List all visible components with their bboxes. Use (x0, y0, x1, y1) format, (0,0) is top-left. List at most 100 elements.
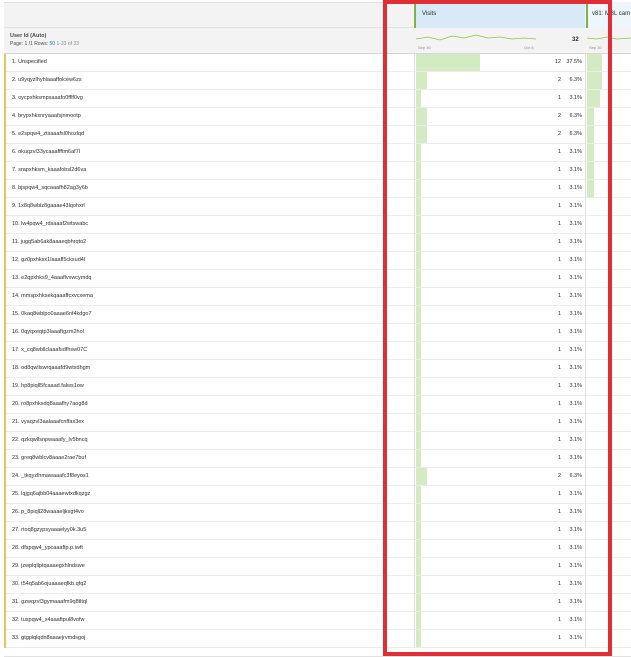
table-row[interactable]: 30. t54q5ab6ojuaaaeqfkb.qfq2 1 3.1% (4, 576, 631, 594)
table-row[interactable]: 7. srapxhksm_kaaafobsl2d6va 1 3.1% (4, 162, 631, 180)
row-v81-cell[interactable] (585, 612, 631, 630)
row-dimension-cell[interactable]: 13. e2qpxhks9_4aaaflvxwcymdq (4, 270, 413, 288)
row-dimension-cell[interactable]: 25. lqjgq6ajbb04aaaewtxdkqzgz (4, 486, 413, 504)
table-row[interactable]: 11. jugq5ab6ak8aaaeqbhrqto2 1 3.1% (4, 234, 631, 252)
table-row[interactable]: 13. e2qpxhks9_4aaaflvxwcymdq 1 3.1% (4, 270, 631, 288)
row-v81-cell[interactable] (585, 306, 631, 324)
row-visits-cell[interactable]: 1 3.1% (414, 396, 585, 414)
row-dimension-cell[interactable]: 32. tuspqw4_x4aaaftpul8vofw (4, 612, 413, 630)
column-header-visits[interactable]: Visits (414, 2, 585, 28)
row-visits-cell[interactable]: 2 6.3% (414, 72, 585, 90)
table-row[interactable]: 22. qzkqwllsnpwaaafy_lv5bncq 1 3.1% (4, 432, 631, 450)
row-v81-cell[interactable] (585, 540, 631, 558)
table-row[interactable]: 4. brypxhksnryaaafsjnmootp 2 6.3% (4, 108, 631, 126)
row-visits-cell[interactable]: 1 3.1% (414, 216, 585, 234)
row-dimension-cell[interactable]: 4. brypxhksnryaaafsjnmootp (4, 108, 413, 126)
row-dimension-cell[interactable]: 29. jzwplqllptqaaaegxhlndswe (4, 558, 413, 576)
row-dimension-cell[interactable]: 7. srapxhksm_kaaafobsl2d6va (4, 162, 413, 180)
table-row[interactable]: 10. lw4pqw4_rdsaaaf2wtswabc 1 3.1% (4, 216, 631, 234)
table-row[interactable]: 21. vyaqzvl3aalaaafcnffax3ex 1 3.1% (4, 414, 631, 432)
row-dimension-cell[interactable]: 23. greq8wblcv8aaae2rae7buf (4, 450, 413, 468)
row-visits-cell[interactable]: 1 3.1% (414, 360, 585, 378)
row-v81-cell[interactable] (585, 126, 631, 144)
row-v81-cell[interactable] (585, 324, 631, 342)
row-dimension-cell[interactable]: 27. rtoq8gzypsyaaaelyy0k.3u5 (4, 522, 413, 540)
row-dimension-cell[interactable]: 24. _tkqyzlhmawaaafc3f8eyos1 (4, 468, 413, 486)
row-dimension-cell[interactable]: 17. x_cq8wbllclaaafsdfhsw07C (4, 342, 413, 360)
row-visits-cell[interactable]: 2 6.3% (414, 108, 585, 126)
row-visits-cell[interactable]: 1 3.1% (414, 234, 585, 252)
table-row[interactable]: 28. dfspqw4_ypcaaaftp.p.iwft 1 3.1% (4, 540, 631, 558)
table-row[interactable]: 24. _tkqyzlhmawaaafc3f8eyos1 2 6.3% (4, 468, 631, 486)
column-header-v81[interactable]: v81: MBL cam (586, 2, 631, 28)
row-v81-cell[interactable] (585, 108, 631, 126)
row-visits-cell[interactable]: 1 3.1% (414, 198, 585, 216)
row-dimension-cell[interactable]: 12. gz0pxhksx1laaafl5cksud4l (4, 252, 413, 270)
table-row[interactable]: 8. bjspqw4_sqcaaafh82ag3y6b 1 3.1% (4, 180, 631, 198)
row-dimension-cell[interactable]: 9. 1x8q8wblz8gaaae43lqohxrl (4, 198, 413, 216)
row-v81-cell[interactable] (585, 198, 631, 216)
row-visits-cell[interactable]: 1 3.1% (414, 378, 585, 396)
row-visits-cell[interactable]: 2 6.3% (414, 468, 585, 486)
row-v81-cell[interactable] (585, 216, 631, 234)
row-dimension-cell[interactable]: 15. 0kaq8wblpo0aaae6nf4kdgo7 (4, 306, 413, 324)
table-row[interactable]: 23. greq8wblcv8aaae2rae7buf 1 3.1% (4, 450, 631, 468)
table-row[interactable]: 26. p_8piqll28waaaeljkxgt4vo 1 3.1% (4, 504, 631, 522)
table-row[interactable]: 2. u9yqyzlhyhlaaaffolcew6zs 2 6.3% (4, 72, 631, 90)
row-dimension-cell[interactable]: 28. dfspqw4_ypcaaaftp.p.iwft (4, 540, 413, 558)
row-v81-cell[interactable] (585, 558, 631, 576)
row-dimension-cell[interactable]: 6. okuqzvl33ycaaaffftm6af7l (4, 144, 413, 162)
table-row[interactable]: 15. 0kaq8wblpo0aaae6nf4kdgo7 1 3.1% (4, 306, 631, 324)
row-dimension-cell[interactable]: 14. mmspxhksekqaaaffcxvcxema (4, 288, 413, 306)
row-dimension-cell[interactable]: 16. 0qyqxeqtp3laaaftgzm2hol (4, 324, 413, 342)
row-dimension-cell[interactable]: 22. qzkqwllsnpwaaafy_lv5bncq (4, 432, 413, 450)
row-visits-cell[interactable]: 1 3.1% (414, 486, 585, 504)
row-visits-cell[interactable]: 1 3.1% (414, 432, 585, 450)
row-v81-cell[interactable] (585, 504, 631, 522)
row-dimension-cell[interactable]: 11. jugq5ab6ak8aaaeqbhrqto2 (4, 234, 413, 252)
row-visits-cell[interactable]: 1 3.1% (414, 324, 585, 342)
row-v81-cell[interactable] (585, 234, 631, 252)
row-dimension-cell[interactable]: 30. t54q5ab6ojuaaaeqfkb.qfq2 (4, 576, 413, 594)
row-visits-cell[interactable]: 1 3.1% (414, 522, 585, 540)
row-visits-cell[interactable]: 1 3.1% (414, 576, 585, 594)
row-v81-cell[interactable] (585, 144, 631, 162)
row-dimension-cell[interactable]: 31. gzwqzvl3gymaaafm9q8tltql (4, 594, 413, 612)
row-v81-cell[interactable] (585, 468, 631, 486)
table-row[interactable]: 20. ro8pxhksdq8aaafhy7aog8d 1 3.1% (4, 396, 631, 414)
table-row[interactable]: 32. tuspqw4_x4aaaftpul8vofw 1 3.1% (4, 612, 631, 630)
row-v81-cell[interactable] (585, 342, 631, 360)
row-dimension-cell[interactable]: 21. vyaqzvl3aalaaafcnffax3ex (4, 414, 413, 432)
row-visits-cell[interactable]: 1 3.1% (414, 144, 585, 162)
row-v81-cell[interactable] (585, 378, 631, 396)
table-row[interactable]: 25. lqjgq6ajbb04aaaewtxdkqzgz 1 3.1% (4, 486, 631, 504)
row-v81-cell[interactable] (585, 414, 631, 432)
dimension-title[interactable]: User Id (Auto) (10, 33, 46, 39)
row-v81-cell[interactable] (585, 72, 631, 90)
row-v81-cell[interactable] (585, 54, 631, 72)
row-dimension-cell[interactable]: 33. gtgplqlqdn8aaaejrvmdsgoj (4, 630, 413, 648)
row-dimension-cell[interactable]: 8. bjspqw4_sqcaaafh82ag3y6b (4, 180, 413, 198)
row-dimension-cell[interactable]: 26. p_8piqll28waaaeljkxgt4vo (4, 504, 413, 522)
row-visits-cell[interactable]: 1 3.1% (414, 252, 585, 270)
row-dimension-cell[interactable]: 2. u9yqyzlhyhlaaaffolcew6zs (4, 72, 413, 90)
row-dimension-cell[interactable]: 3. oycpxhksmpsaaafo0fflf0vg (4, 90, 413, 108)
table-row[interactable]: 14. mmspxhksekqaaaffcxvcxema 1 3.1% (4, 288, 631, 306)
row-dimension-cell[interactable]: 19. hp8piqll5fcaaad.falws1ow (4, 378, 413, 396)
row-visits-cell[interactable]: 1 3.1% (414, 594, 585, 612)
row-visits-cell[interactable]: 1 3.1% (414, 414, 585, 432)
row-visits-cell[interactable]: 1 3.1% (414, 342, 585, 360)
row-visits-cell[interactable]: 1 3.1% (414, 288, 585, 306)
table-row[interactable]: 1. Unspecified 12 37.5% (4, 54, 631, 72)
table-row[interactable]: 19. hp8piqll5fcaaad.falws1ow 1 3.1% (4, 378, 631, 396)
row-v81-cell[interactable] (585, 162, 631, 180)
row-v81-cell[interactable] (585, 270, 631, 288)
row-visits-cell[interactable]: 1 3.1% (414, 612, 585, 630)
table-row[interactable]: 17. x_cq8wbllclaaafsdfhsw07C 1 3.1% (4, 342, 631, 360)
row-v81-cell[interactable] (585, 180, 631, 198)
table-row[interactable]: 12. gz0pxhksx1laaafl5cksud4l 1 3.1% (4, 252, 631, 270)
row-visits-cell[interactable]: 1 3.1% (414, 540, 585, 558)
table-row[interactable]: 16. 0qyqxeqtp3laaaftgzm2hol 1 3.1% (4, 324, 631, 342)
row-visits-cell[interactable]: 1 3.1% (414, 270, 585, 288)
row-dimension-cell[interactable]: 18. od8qwllswrqaaafd9wtxdhgm (4, 360, 413, 378)
